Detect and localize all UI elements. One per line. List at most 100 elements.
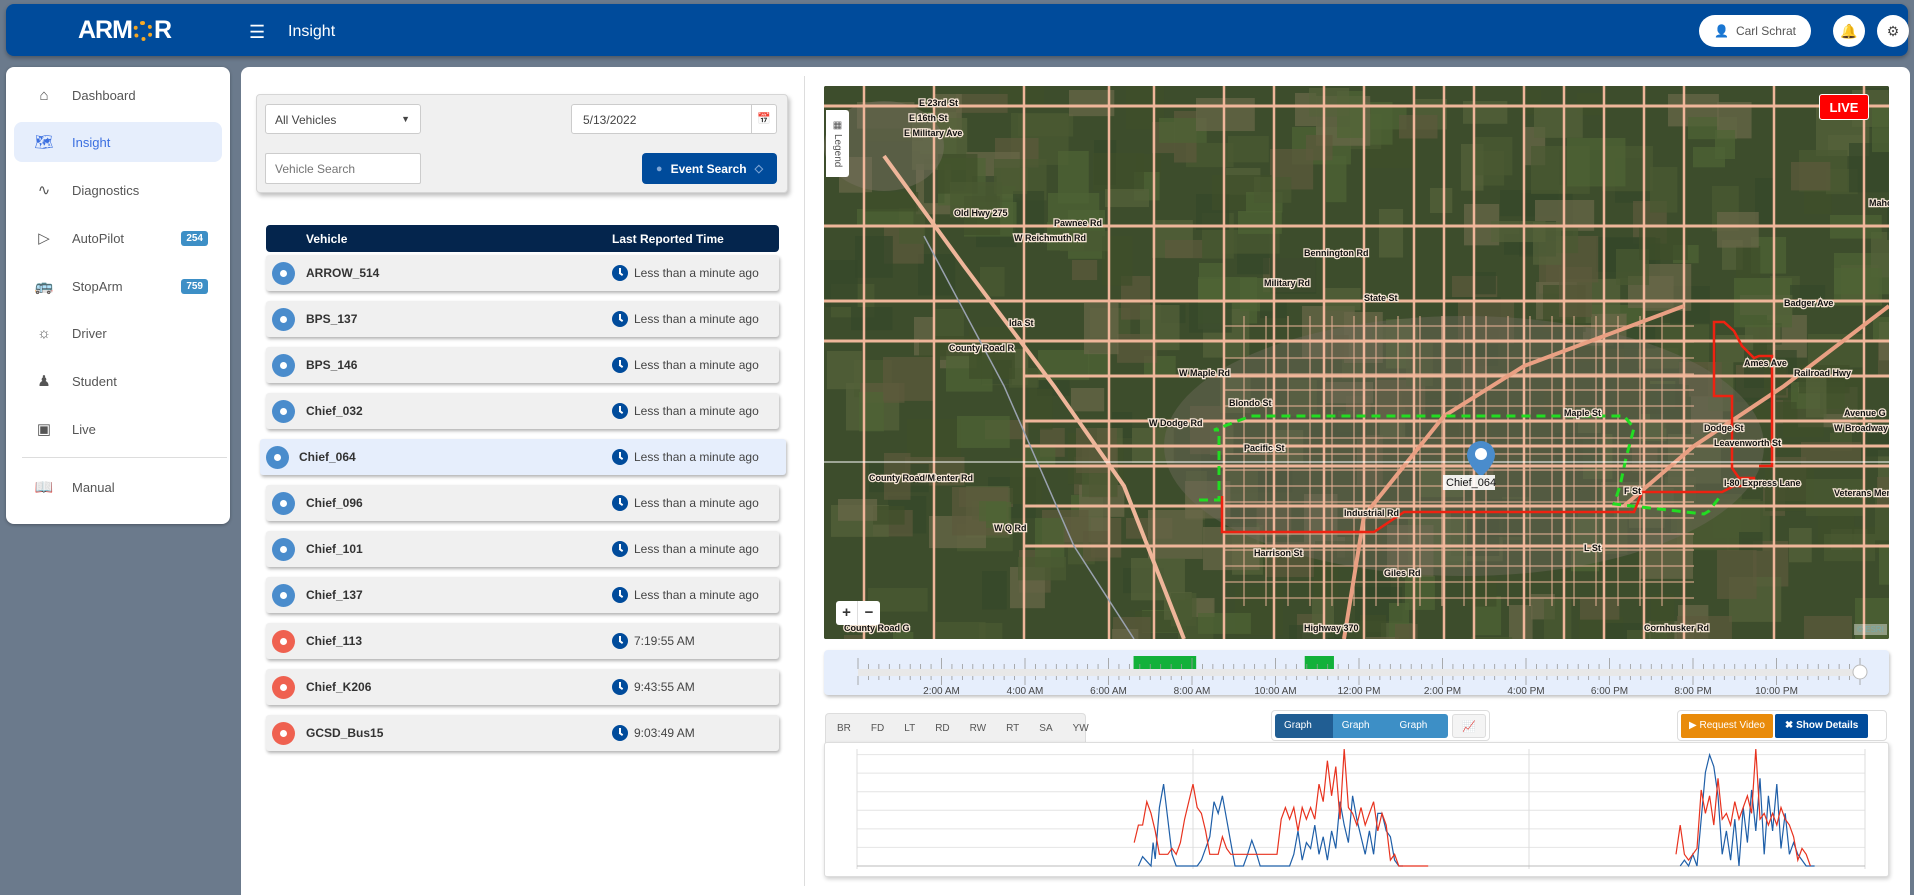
sidebar-divider <box>22 457 227 458</box>
play-icon: ▶ <box>1689 720 1700 731</box>
graph-1-button[interactable]: Graph #1 <box>1275 714 1333 755</box>
terrain-patch <box>1399 115 1438 139</box>
terrain-patch <box>857 209 914 228</box>
chart-line-icon[interactable]: 📈 <box>1452 714 1486 738</box>
settings-gears-icon[interactable]: ⚙ <box>1877 15 1909 47</box>
graph-2-button[interactable]: Graph #2 <box>1332 714 1391 755</box>
sidebar-item-manual[interactable]: 📖 Manual <box>14 467 222 507</box>
tab-fd[interactable]: FD <box>871 723 884 734</box>
offline-status-icon <box>272 722 295 745</box>
terrain-patch <box>1238 211 1282 234</box>
sidebar-item-student[interactable]: ♟ Student <box>14 361 222 401</box>
vehicle-row[interactable]: Chief_101 Less than a minute ago <box>266 531 779 567</box>
tab-sa[interactable]: SA <box>1039 723 1052 734</box>
sidebar-item-autopilot[interactable]: ▷ AutoPilot 254 <box>14 218 222 258</box>
tab-rw[interactable]: RW <box>970 723 986 734</box>
request-video-button[interactable]: ▶ Request Video <box>1681 714 1773 738</box>
video-camera-icon: ▣ <box>36 421 52 438</box>
tab-rt[interactable]: RT <box>1006 723 1019 734</box>
student-icon: ♟ <box>37 373 51 390</box>
sidebar-item-driver[interactable]: ☼ Driver <box>14 313 222 353</box>
vehicle-row[interactable]: Chief_096 Less than a minute ago <box>266 485 779 521</box>
map-view[interactable]: E 23rd St E 16th St E Military Ave Old Hwy … <box>824 86 1889 639</box>
map-label: Pacific St <box>1244 443 1285 453</box>
sidebar-item-insight[interactable]: 🗺 Insight <box>14 122 222 162</box>
vehicle-row[interactable]: BPS_146 Less than a minute ago <box>266 347 779 383</box>
sidebar-item-diagnostics[interactable]: ∿ Diagnostics <box>14 170 222 210</box>
terrain-patch <box>1324 288 1361 311</box>
panel-splitter[interactable] <box>804 76 805 886</box>
calendar-icon[interactable]: 📅 <box>751 105 776 133</box>
user-name: Carl Schrat <box>1735 24 1796 38</box>
tab-br[interactable]: BR <box>837 723 851 734</box>
vehicle-select[interactable]: All Vehicles ▼ <box>265 104 421 134</box>
tab-lt[interactable]: LT <box>904 723 915 734</box>
activity-range[interactable] <box>1304 656 1334 669</box>
tab-rd[interactable]: RD <box>935 723 949 734</box>
timeline-track[interactable] <box>858 669 1860 676</box>
terrain-patch <box>1069 90 1115 117</box>
vehicle-name: ARROW_514 <box>306 266 380 280</box>
online-status-icon <box>272 400 295 423</box>
terrain-patch <box>1171 593 1197 627</box>
graph-3-button[interactable]: Graph #3 <box>1390 714 1449 755</box>
terrain-patch <box>1084 303 1119 355</box>
terrain-patch <box>1072 260 1098 281</box>
notifications-bell-icon[interactable]: 🔔 <box>1833 15 1865 47</box>
sidebar-item-stoparm[interactable]: 🚌 StopArm 759 <box>14 266 222 306</box>
map-canvas[interactable]: E 23rd St E 16th St E Military Ave Old Hwy … <box>824 86 1889 639</box>
timeline-tick-label: 10:00 PM <box>1755 686 1798 695</box>
timeline-handle[interactable] <box>1852 664 1868 680</box>
legend-icon: ▦ <box>832 119 843 131</box>
terrain-patch <box>1872 106 1889 153</box>
sidebar-item-live[interactable]: ▣ Live <box>14 409 222 449</box>
sidebar-item-dashboard[interactable]: ⌂ Dashboard <box>14 75 222 115</box>
map-label: Industrial Rd <box>1344 508 1399 518</box>
vehicle-row[interactable]: Chief_032 Less than a minute ago <box>266 393 779 429</box>
vehicle-name: Chief_K206 <box>306 680 372 694</box>
map-label: Highway 370 <box>1304 623 1359 633</box>
vehicle-row[interactable]: GCSD_Bus15 9:03:49 AM <box>266 715 779 751</box>
column-header-vehicle[interactable]: Vehicle <box>306 232 347 246</box>
user-menu-button[interactable]: 👤 Carl Schrat <box>1699 15 1811 47</box>
map-label: Avenue G <box>1844 408 1886 418</box>
menu-toggle-icon[interactable]: ☰ <box>249 22 265 43</box>
terrain-patch <box>1715 130 1736 160</box>
timeline-slider[interactable]: 2:00 AM 4:00 AM 6:00 AM 8:00 AM 10:00 AM 12:0… <box>824 650 1889 697</box>
date-picker[interactable]: 5/13/2022 📅 <box>571 104 777 134</box>
last-reported-time: 7:19:55 AM <box>634 634 695 648</box>
map-label: L St <box>1584 543 1601 553</box>
clock-icon <box>612 357 628 373</box>
legend-toggle[interactable]: ▦ Legend <box>826 110 849 177</box>
vehicle-row[interactable]: Chief_K206 9:43:55 AM <box>266 669 779 705</box>
map-label: F St <box>1624 486 1641 496</box>
terrain-patch <box>1088 353 1111 376</box>
tab-yw[interactable]: YW <box>1073 723 1089 734</box>
vehicle-row[interactable]: ARROW_514 Less than a minute ago <box>266 255 779 291</box>
timeline-canvas[interactable]: 2:00 AM 4:00 AM 6:00 AM 8:00 AM 10:00 AM 12:0… <box>824 650 1889 697</box>
zoom-in-button[interactable]: + <box>836 601 858 625</box>
column-header-last-reported[interactable]: Last Reported Time <box>612 232 724 246</box>
online-status-icon <box>272 492 295 515</box>
clock-icon <box>612 725 628 741</box>
zoom-out-button[interactable]: − <box>858 601 880 625</box>
vehicle-search-input[interactable] <box>265 153 421 184</box>
terrain-patch <box>1309 88 1350 117</box>
terrain-patch <box>1887 207 1889 240</box>
play-circle-icon: ▷ <box>38 230 50 247</box>
show-details-button[interactable]: ✖ Show Details <box>1774 714 1869 738</box>
vehicle-row[interactable]: Chief_064 Less than a minute ago <box>260 439 786 475</box>
page-title: Insight <box>288 23 336 40</box>
map-label: Cornhusker Rd <box>1644 623 1709 633</box>
online-status-icon <box>272 262 295 285</box>
live-badge[interactable]: LIVE <box>1819 94 1869 120</box>
vehicle-row[interactable]: BPS_137 Less than a minute ago <box>266 301 779 337</box>
offline-status-icon <box>272 676 295 699</box>
map-label: I-80 Express Lane <box>1724 478 1801 488</box>
armor-logo[interactable]: ARM R <box>78 16 172 45</box>
steering-wheel-icon: ☼ <box>37 324 51 342</box>
activity-range[interactable] <box>1133 656 1197 669</box>
vehicle-row[interactable]: Chief_113 7:19:55 AM <box>266 623 779 659</box>
vehicle-row[interactable]: Chief_137 Less than a minute ago <box>266 577 779 613</box>
event-search-button[interactable]: ● Event Search ◇ <box>642 153 777 184</box>
